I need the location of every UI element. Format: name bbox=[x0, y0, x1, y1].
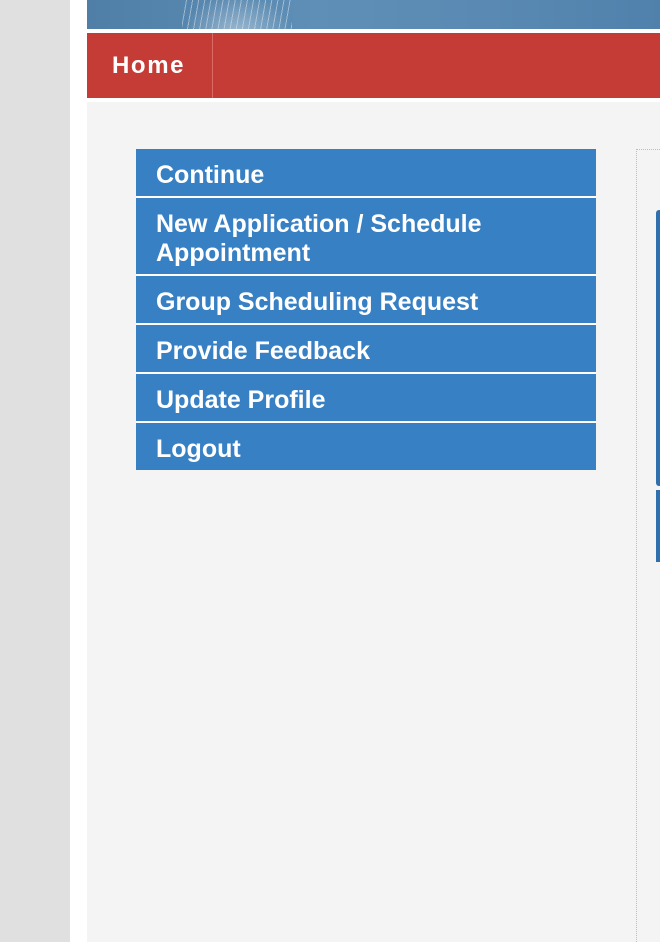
update-profile-button[interactable]: Update Profile bbox=[136, 374, 596, 423]
logout-button[interactable]: Logout bbox=[136, 423, 596, 470]
new-application-button[interactable]: New Application / Schedule Appointment bbox=[136, 198, 596, 276]
right-panel-box-secondary bbox=[656, 490, 660, 562]
nav-home-link[interactable]: Home bbox=[87, 33, 213, 98]
left-gap bbox=[70, 0, 87, 942]
action-menu: Continue New Application / Schedule Appo… bbox=[136, 149, 596, 470]
provide-feedback-button[interactable]: Provide Feedback bbox=[136, 325, 596, 374]
continue-button[interactable]: Continue bbox=[136, 149, 596, 198]
right-panel-box bbox=[656, 210, 660, 486]
left-gutter bbox=[0, 0, 70, 942]
main-navigation: Home bbox=[87, 33, 660, 98]
banner-artwork bbox=[182, 0, 292, 29]
group-scheduling-request-button[interactable]: Group Scheduling Request bbox=[136, 276, 596, 325]
header-banner bbox=[87, 0, 660, 29]
